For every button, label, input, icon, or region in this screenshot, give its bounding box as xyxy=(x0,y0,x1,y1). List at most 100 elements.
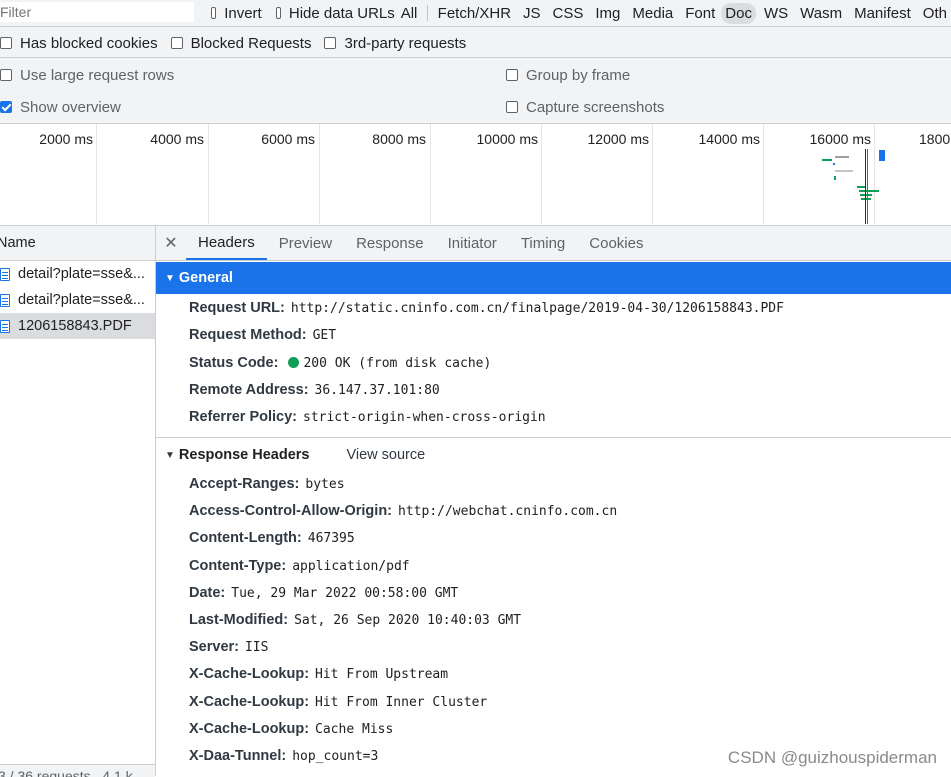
type-filter-font[interactable]: Font xyxy=(681,3,719,24)
header-key: Content-Type: xyxy=(189,558,286,574)
blocked-requests-checkbox[interactable] xyxy=(171,37,183,49)
close-icon[interactable]: ✕ xyxy=(156,233,186,253)
blocked-cookies-checkbox[interactable] xyxy=(0,37,12,49)
header-value: http://static.cninfo.com.cn/finalpage/20… xyxy=(291,301,784,316)
section-divider xyxy=(156,437,951,438)
request-name: detail?plate=sse&... xyxy=(18,266,145,282)
response-header-row: Access-Control-Allow-Origin:http://webch… xyxy=(189,503,617,519)
show-overview-label: Show overview xyxy=(20,99,121,116)
tab-headers[interactable]: Headers xyxy=(186,226,267,260)
header-key: Request URL: xyxy=(189,300,285,316)
overview-tick-label: 1800 xyxy=(919,131,951,147)
overview-tick-label: 16000 ms xyxy=(781,131,871,147)
name-column-label: Name xyxy=(0,235,36,251)
group-by-frame-checkbox[interactable] xyxy=(506,69,518,81)
header-value: 467395 xyxy=(308,531,355,546)
watermark: CSDN @guizhouspiderman xyxy=(728,748,937,768)
type-filter-fetch-xhr[interactable]: Fetch/XHR xyxy=(434,3,515,24)
header-value: Cache Miss xyxy=(315,722,393,737)
view-source-link[interactable]: View source xyxy=(346,447,425,463)
request-row[interactable]: detail?plate=sse&... xyxy=(0,287,155,313)
overview-gridline xyxy=(430,124,431,224)
tab-initiator[interactable]: Initiator xyxy=(436,226,509,260)
header-key: Referrer Policy: xyxy=(189,409,297,425)
header-key: Request Method: xyxy=(189,327,307,343)
type-filter-js[interactable]: JS xyxy=(519,3,545,24)
header-key: Remote Address: xyxy=(189,382,309,398)
header-value: Hit From Inner Cluster xyxy=(315,695,487,710)
tab-cookies[interactable]: Cookies xyxy=(577,226,655,260)
tab-timing[interactable]: Timing xyxy=(509,226,577,260)
header-value: Tue, 29 Mar 2022 00:58:00 GMT xyxy=(231,586,458,601)
type-filter-wasm[interactable]: Wasm xyxy=(796,3,846,24)
capture-screenshots-label: Capture screenshots xyxy=(526,99,664,116)
response-header-row: Date:Tue, 29 Mar 2022 00:58:00 GMT xyxy=(189,585,458,601)
response-header-row: X-Cache-Lookup:Cache Miss xyxy=(189,721,393,737)
header-value: 200 OK (from disk cache) xyxy=(303,356,491,371)
type-filter-other[interactable]: Oth xyxy=(919,3,951,24)
invert-label: Invert xyxy=(224,5,262,22)
overview-tick-label: 8000 ms xyxy=(336,131,426,147)
overview-tick-label: 12000 ms xyxy=(559,131,649,147)
header-value: bytes xyxy=(305,477,344,492)
type-filter-media[interactable]: Media xyxy=(628,3,677,24)
header-value: http://webchat.cninfo.com.cn xyxy=(398,504,617,519)
type-filter-ws[interactable]: WS xyxy=(760,3,792,24)
general-row-status-code: Status Code: 200 OK (from disk cache) xyxy=(189,355,491,371)
show-overview-checkbox[interactable] xyxy=(0,101,12,113)
tab-preview[interactable]: Preview xyxy=(267,226,344,260)
response-header-row: Content-Type:application/pdf xyxy=(189,558,410,574)
overview-gridline xyxy=(208,124,209,224)
header-value: strict-origin-when-cross-origin xyxy=(303,410,546,425)
general-row-referrer-policy: Referrer Policy: strict-origin-when-cross… xyxy=(189,409,546,425)
response-headers-title: Response Headers xyxy=(179,447,310,463)
header-key: Accept-Ranges: xyxy=(189,476,299,492)
type-filter-manifest[interactable]: Manifest xyxy=(850,3,915,24)
header-key: X-Cache-Lookup: xyxy=(189,666,309,682)
overview-gridline xyxy=(763,124,764,224)
header-key: X-Daa-Tunnel: xyxy=(189,748,286,764)
blocked-cookies-label: Has blocked cookies xyxy=(20,35,158,52)
response-header-row: X-Daa-Tunnel:hop_count=3 xyxy=(189,748,378,764)
overview-gridline xyxy=(319,124,320,224)
response-header-row: X-Cache-Lookup:Hit From Inner Cluster xyxy=(189,694,487,710)
header-value: 36.147.37.101:80 xyxy=(315,383,440,398)
response-header-row: Content-Length:467395 xyxy=(189,530,355,546)
filter-input[interactable] xyxy=(0,2,194,22)
type-filter-doc[interactable]: Doc xyxy=(721,3,756,24)
header-value: Sat, 26 Sep 2020 10:40:03 GMT xyxy=(294,613,521,628)
invert-checkbox[interactable] xyxy=(211,7,216,19)
type-filter-css[interactable]: CSS xyxy=(549,3,588,24)
type-filter-img[interactable]: Img xyxy=(591,3,624,24)
capture-screenshots-checkbox[interactable] xyxy=(506,101,518,113)
header-value: GET xyxy=(313,328,336,343)
header-key: Last-Modified: xyxy=(189,612,288,628)
response-headers-section-header[interactable]: ▼ Response Headers View source xyxy=(156,441,951,469)
general-title: General xyxy=(179,270,233,286)
general-section-header[interactable]: ▼ General xyxy=(156,262,951,294)
third-party-checkbox[interactable] xyxy=(324,37,336,49)
request-row-selected[interactable]: 1206158843.PDF xyxy=(0,313,155,339)
large-rows-label: Use large request rows xyxy=(20,67,174,84)
overview-tick-label: 4000 ms xyxy=(114,131,204,147)
detail-tabbar: ✕ Headers Preview Response Initiator Tim… xyxy=(156,226,951,261)
group-by-frame-label: Group by frame xyxy=(526,67,630,84)
header-key: Status Code: xyxy=(189,355,278,371)
name-column-header[interactable]: Name xyxy=(0,226,155,261)
hide-data-urls-checkbox[interactable] xyxy=(276,7,281,19)
response-header-row: Last-Modified: Sat, 26 Sep 2020 10:40:03 … xyxy=(189,612,521,628)
expand-triangle-icon: ▼ xyxy=(165,273,175,284)
general-row-remote-address: Remote Address: 36.147.37.101:80 xyxy=(189,382,440,398)
header-key: Server: xyxy=(189,639,239,655)
response-header-row: X-Cache-Lookup: Hit From Upstream xyxy=(189,666,448,682)
status-ok-icon xyxy=(288,357,299,368)
large-rows-checkbox[interactable] xyxy=(0,69,12,81)
header-value: Hit From Upstream xyxy=(315,667,448,682)
type-filter-all[interactable]: All xyxy=(397,3,422,24)
response-header-row: Server:IIS xyxy=(189,639,268,655)
request-row[interactable]: detail?plate=sse&... xyxy=(0,261,155,287)
request-name: 1206158843.PDF xyxy=(18,318,132,334)
hide-data-urls-label: Hide data URLs xyxy=(289,5,395,22)
overview-gridline xyxy=(96,124,97,224)
tab-response[interactable]: Response xyxy=(344,226,436,260)
